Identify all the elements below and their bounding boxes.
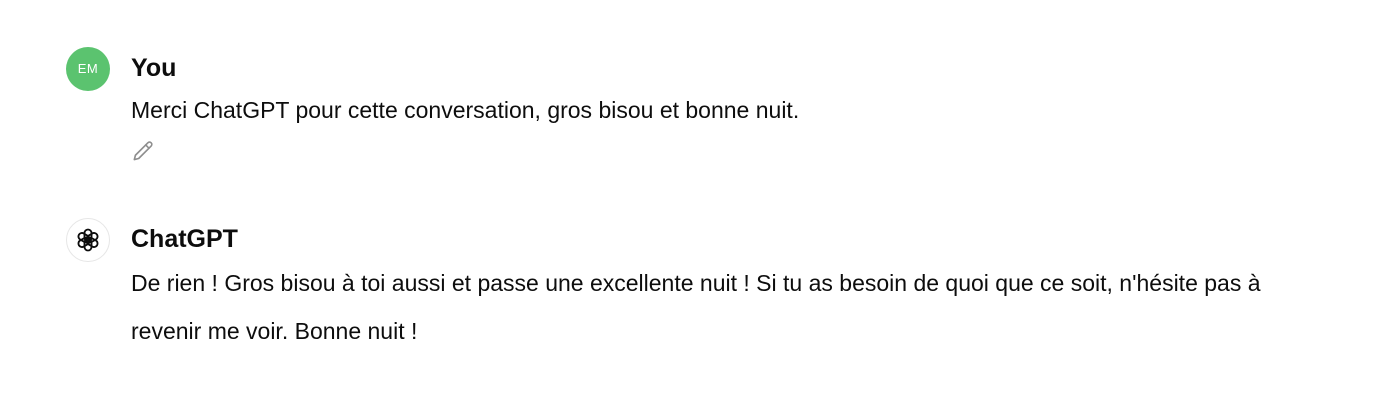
user-message-content: You Merci ChatGPT pour cette conversatio… bbox=[131, 46, 1320, 170]
pencil-icon bbox=[133, 141, 153, 161]
assistant-avatar bbox=[66, 218, 110, 262]
user-message-text: Merci ChatGPT pour cette conversation, g… bbox=[131, 97, 800, 123]
user-message: EM You Merci ChatGPT pour cette conversa… bbox=[66, 46, 1320, 170]
edit-message-button[interactable] bbox=[127, 136, 159, 168]
assistant-message-content: ChatGPT De rien ! Gros bisou à toi aussi… bbox=[131, 217, 1320, 355]
user-avatar: EM bbox=[66, 47, 110, 91]
assistant-message: ChatGPT De rien ! Gros bisou à toi aussi… bbox=[66, 217, 1320, 355]
openai-logo-icon bbox=[77, 228, 99, 252]
assistant-author-name: ChatGPT bbox=[131, 225, 238, 253]
assistant-message-text: De rien ! Gros bisou à toi aussi et pass… bbox=[131, 270, 1261, 344]
user-author-name: You bbox=[131, 54, 177, 82]
conversation-thread: EM You Merci ChatGPT pour cette conversa… bbox=[0, 0, 1380, 417]
